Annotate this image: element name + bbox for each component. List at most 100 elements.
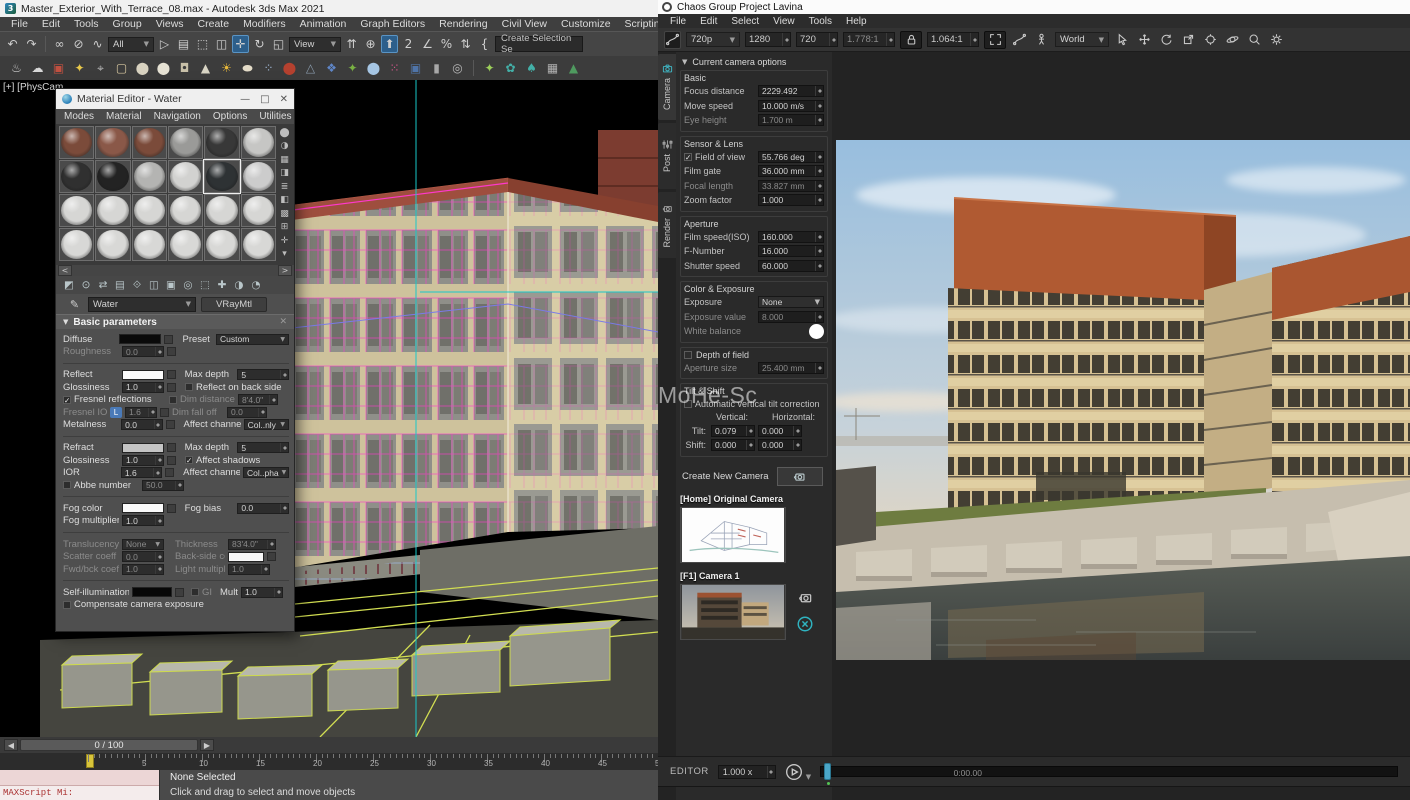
- undo-icon[interactable]: ↶: [4, 35, 21, 53]
- spinner-control[interactable]: [280, 504, 288, 513]
- material-sample-slot[interactable]: [204, 126, 239, 159]
- menu-group[interactable]: Group: [106, 18, 149, 30]
- spinner-control[interactable]: [793, 426, 801, 436]
- menu-file[interactable]: File: [666, 16, 696, 27]
- menu-material[interactable]: Material: [100, 111, 148, 122]
- resolution-preset-dropdown[interactable]: 720p▼: [686, 32, 740, 47]
- value-spinner[interactable]: 25.400 mm: [758, 362, 824, 374]
- close-icon[interactable]: ✕: [280, 94, 288, 105]
- value-spinner[interactable]: 8'4.0": [238, 394, 278, 405]
- value-spinner[interactable]: 10.000 m/s: [758, 100, 824, 112]
- param-checkbox[interactable]: ✓Affect shadows: [179, 455, 260, 466]
- flower-icon[interactable]: ✿: [502, 59, 519, 77]
- map-slot[interactable]: [175, 588, 184, 597]
- cone-icon[interactable]: ▲: [197, 59, 214, 77]
- param-checkbox[interactable]: Abbe number: [63, 480, 139, 491]
- maxscript-label[interactable]: MAXScript Mi:: [0, 786, 159, 800]
- sample-type-icon[interactable]: ⬤: [278, 127, 291, 138]
- timeline-scrubber[interactable]: [824, 763, 831, 780]
- eyedropper-icon[interactable]: ✎: [66, 295, 83, 313]
- material-sample-slot[interactable]: [241, 126, 276, 159]
- spinner-control[interactable]: [886, 33, 894, 46]
- spinner-control[interactable]: [280, 370, 288, 379]
- tab-camera[interactable]: Camera: [658, 54, 676, 120]
- menu-views[interactable]: Views: [149, 18, 191, 30]
- maxscript-pink-field[interactable]: [0, 770, 159, 786]
- menu-tools[interactable]: Tools: [67, 18, 106, 30]
- tab-render[interactable]: Render: [658, 192, 676, 258]
- pixel-aspect-field[interactable]: 1.064:1: [927, 32, 979, 47]
- focus-target-icon[interactable]: [1202, 31, 1219, 49]
- camera-path-icon[interactable]: [1011, 31, 1028, 49]
- coordinate-space-dropdown[interactable]: World▼: [1055, 32, 1109, 47]
- menu-help[interactable]: Help: [842, 16, 877, 27]
- spinner-control[interactable]: [815, 312, 823, 322]
- reset-map-icon[interactable]: ▤: [113, 278, 127, 292]
- param-checkbox[interactable]: Dim distance: [169, 394, 235, 405]
- material-sample-slot[interactable]: [132, 160, 167, 193]
- value-spinner[interactable]: 0.0: [122, 346, 164, 357]
- green-bulb-icon[interactable]: ✦: [481, 59, 498, 77]
- spinner-control[interactable]: [815, 363, 823, 373]
- redo-icon[interactable]: ↷: [23, 35, 40, 53]
- camera-options-header[interactable]: ▼ Current camera options: [680, 55, 828, 68]
- foliage-icon[interactable]: ♠: [523, 59, 540, 77]
- spinner-control[interactable]: [970, 33, 978, 46]
- value-spinner[interactable]: 1.6: [121, 467, 162, 478]
- go-to-parent-icon[interactable]: ✚: [215, 278, 229, 292]
- walk-mode-icon[interactable]: [1033, 31, 1050, 49]
- spinner-control[interactable]: [815, 246, 823, 256]
- select-object-icon[interactable]: ▷: [156, 35, 173, 53]
- spinner-control[interactable]: [815, 195, 823, 205]
- playback-speed-field[interactable]: 1.000 x: [718, 765, 776, 779]
- material-sample-slot[interactable]: [59, 126, 94, 159]
- checkbox-box[interactable]: [63, 481, 71, 489]
- checkbox-box[interactable]: ✓: [63, 396, 71, 404]
- time-slider-value[interactable]: 0 / 100: [20, 739, 198, 751]
- checkbox-box[interactable]: [185, 383, 193, 391]
- next-frame-icon[interactable]: ▶: [200, 739, 214, 751]
- menu-navigation[interactable]: Navigation: [148, 111, 207, 122]
- value-spinner[interactable]: 1.0: [122, 564, 164, 575]
- render-teapot-icon[interactable]: ♨: [8, 59, 25, 77]
- value-spinner[interactable]: 0.0: [121, 419, 162, 430]
- menu-graph-editors[interactable]: Graph Editors: [353, 18, 432, 30]
- spinner-control[interactable]: [815, 115, 823, 125]
- egg-icon[interactable]: ⬬: [239, 59, 256, 77]
- cup-icon[interactable]: ◘: [176, 59, 193, 77]
- spinner-control[interactable]: [274, 588, 282, 597]
- select-and-rotate-icon[interactable]: ↻: [251, 35, 268, 53]
- make-unique-icon[interactable]: ⟐: [130, 278, 144, 292]
- delete-camera-button[interactable]: [796, 615, 814, 633]
- dome-icon[interactable]: ⬤: [134, 59, 151, 77]
- basic-parameters-rollout[interactable]: ▼ Basic parameters ✕: [56, 314, 294, 329]
- color-swatch[interactable]: [119, 334, 161, 344]
- preview-icon[interactable]: ◧: [278, 195, 291, 206]
- environment-icon[interactable]: ☁: [29, 59, 46, 77]
- tree-icon[interactable]: ▲: [565, 59, 582, 77]
- select-and-move-icon[interactable]: ✛: [232, 35, 249, 53]
- checkbox-box[interactable]: [191, 588, 199, 596]
- checkbox-box[interactable]: [684, 400, 692, 408]
- render-height-field[interactable]: 720: [796, 32, 838, 47]
- rotate-tool-icon[interactable]: [1158, 31, 1175, 49]
- param-checkbox[interactable]: GI: [187, 587, 213, 598]
- param-checkbox[interactable]: ✓Fresnel reflections: [63, 394, 159, 405]
- move-tool-icon[interactable]: [1136, 31, 1153, 49]
- menu-customize[interactable]: Customize: [554, 18, 618, 30]
- value-spinner[interactable]: 33.827 mm: [758, 180, 824, 192]
- map-slot[interactable]: [167, 504, 176, 513]
- create-new-camera-button[interactable]: [777, 467, 823, 486]
- spinner-control[interactable]: [815, 261, 823, 271]
- crystal-icon[interactable]: ✦: [344, 59, 361, 77]
- sphere-icon[interactable]: ⬤: [155, 59, 172, 77]
- camera-f1-label[interactable]: [F1] Camera 1: [680, 571, 828, 581]
- spinner-control[interactable]: [815, 101, 823, 111]
- value-spinner[interactable]: 1.000: [758, 194, 824, 206]
- material-sample-slot[interactable]: [132, 228, 167, 261]
- map-slot[interactable]: [167, 456, 176, 465]
- spinner-control[interactable]: [258, 408, 266, 417]
- menu-select[interactable]: Select: [727, 16, 769, 27]
- get-material-icon[interactable]: ◩: [62, 278, 76, 292]
- menu-edit[interactable]: Edit: [696, 16, 727, 27]
